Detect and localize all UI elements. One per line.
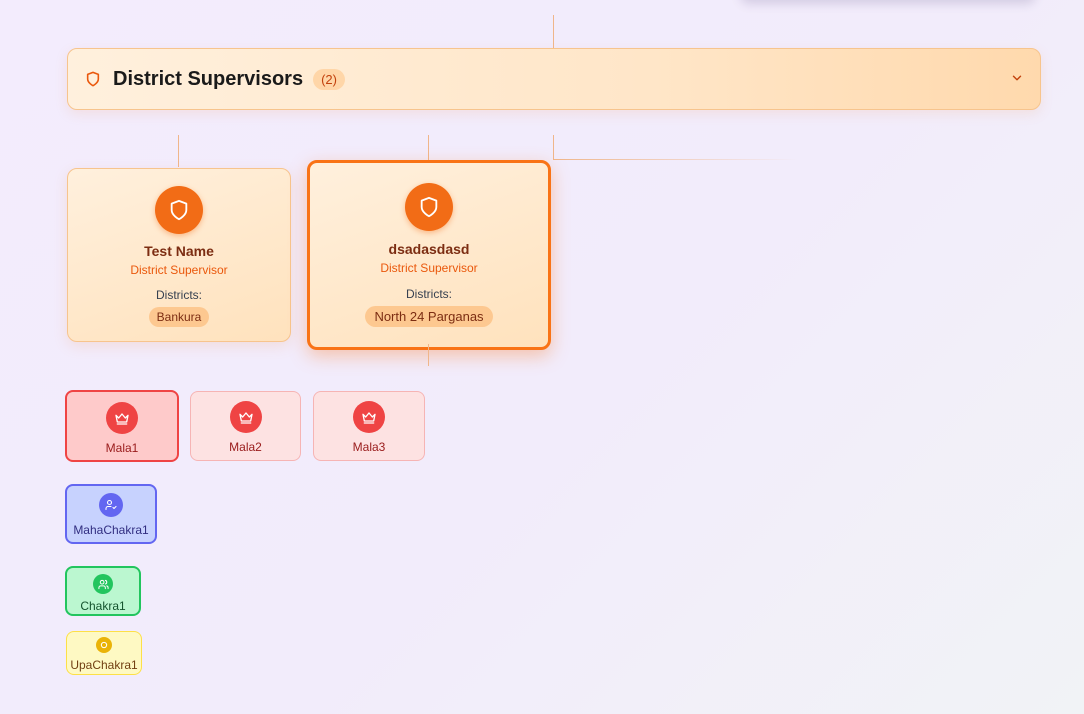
shield-icon [170, 199, 188, 221]
connector-line [428, 135, 429, 160]
mala-label: Mala3 [352, 440, 386, 454]
supervisor-role: District Supervisor [380, 261, 478, 275]
supervisor-name: dsadasdasd [388, 241, 470, 257]
shield-icon [86, 71, 100, 87]
supervisor-role: District Supervisor [130, 263, 228, 277]
mala-label: Mala2 [229, 440, 262, 454]
chakra-avatar [93, 574, 113, 594]
section-title: District Supervisors [113, 67, 304, 90]
connector-line [178, 135, 179, 167]
district-chip: Bankura [148, 307, 210, 327]
mahachakra-label: MahaChakra1 [73, 523, 149, 537]
district-chip: North 24 Parganas [365, 306, 493, 327]
district-supervisors-header[interactable]: District Supervisors (2) [67, 48, 1041, 110]
upachakra-card[interactable]: UpaChakra1 [66, 631, 142, 675]
districts-label: Districts: [406, 287, 452, 301]
connector-line [553, 159, 798, 160]
chakra-card[interactable]: Chakra1 [65, 566, 141, 616]
crown-icon [238, 412, 253, 424]
upachakra-avatar [96, 637, 112, 653]
mala-card[interactable]: Mala2 [190, 391, 301, 461]
supervisor-name: Test Name [144, 243, 214, 259]
districts-label: Districts: [156, 288, 202, 302]
mala-card-selected[interactable]: Mala1 [65, 390, 179, 462]
user-check-icon [105, 499, 117, 511]
chevron-down-icon[interactable] [1010, 71, 1024, 85]
connector-line [428, 344, 429, 366]
supervisor-avatar [155, 186, 203, 234]
mala-avatar [106, 402, 138, 434]
mala-avatar [353, 401, 385, 433]
connector-line [553, 15, 554, 48]
supervisor-avatar [405, 183, 453, 231]
mala-avatar [229, 401, 262, 433]
mahachakra-avatar [99, 493, 123, 517]
connector-line [553, 135, 554, 159]
count-badge: (2) [313, 68, 345, 90]
users-icon [97, 579, 109, 589]
crown-icon [362, 412, 376, 424]
mahachakra-card[interactable]: MahaChakra1 [65, 484, 157, 544]
supervisor-card-selected[interactable]: dsadasdasd District Supervisor Districts… [307, 160, 551, 350]
shield-icon [420, 196, 438, 218]
mala-label: Mala1 [105, 441, 139, 455]
mala-card[interactable]: Mala3 [313, 391, 425, 461]
supervisor-card[interactable]: Test Name District Supervisor Districts:… [67, 168, 291, 342]
chakra-label: Chakra1 [80, 599, 126, 613]
upachakra-label: UpaChakra1 [70, 658, 138, 672]
circle-dot-icon [100, 641, 108, 649]
crown-icon [115, 413, 129, 425]
